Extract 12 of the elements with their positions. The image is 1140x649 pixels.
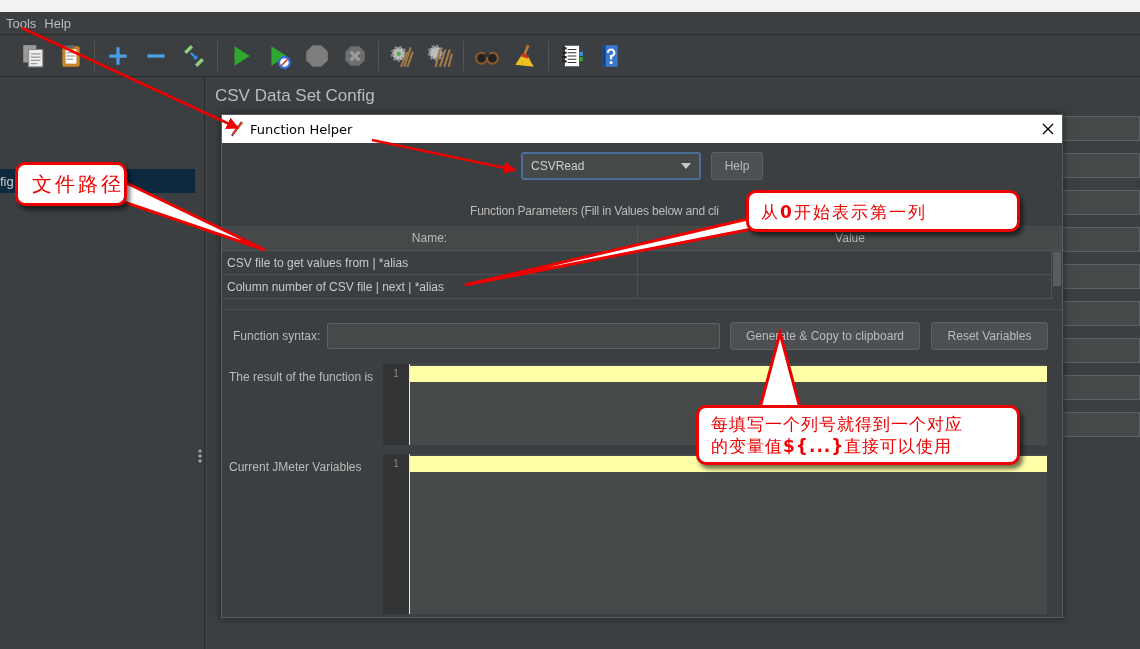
table-cell-text: CSV file to get values from | *alias — [226, 254, 410, 272]
field-label: The result of the function is — [228, 369, 375, 386]
field-label: Function syntax: — [233, 329, 322, 343]
table-cell-text: Column number of CSV file | next | *alias — [226, 278, 445, 296]
line-number: 1 — [392, 367, 400, 381]
callout-tooltip: 文件路径 — [15, 162, 127, 206]
table-caption: Function Parameters (Fill in Values below and cli — [470, 204, 719, 218]
field-label: Current JMeter Variables — [228, 459, 363, 476]
window-title: Function Helper — [250, 121, 353, 137]
callout-tooltip: 从0开始表示第一列 — [746, 190, 1020, 232]
line-number: 1 — [392, 457, 400, 471]
panel-title: CSV Data Set Config — [215, 86, 376, 107]
